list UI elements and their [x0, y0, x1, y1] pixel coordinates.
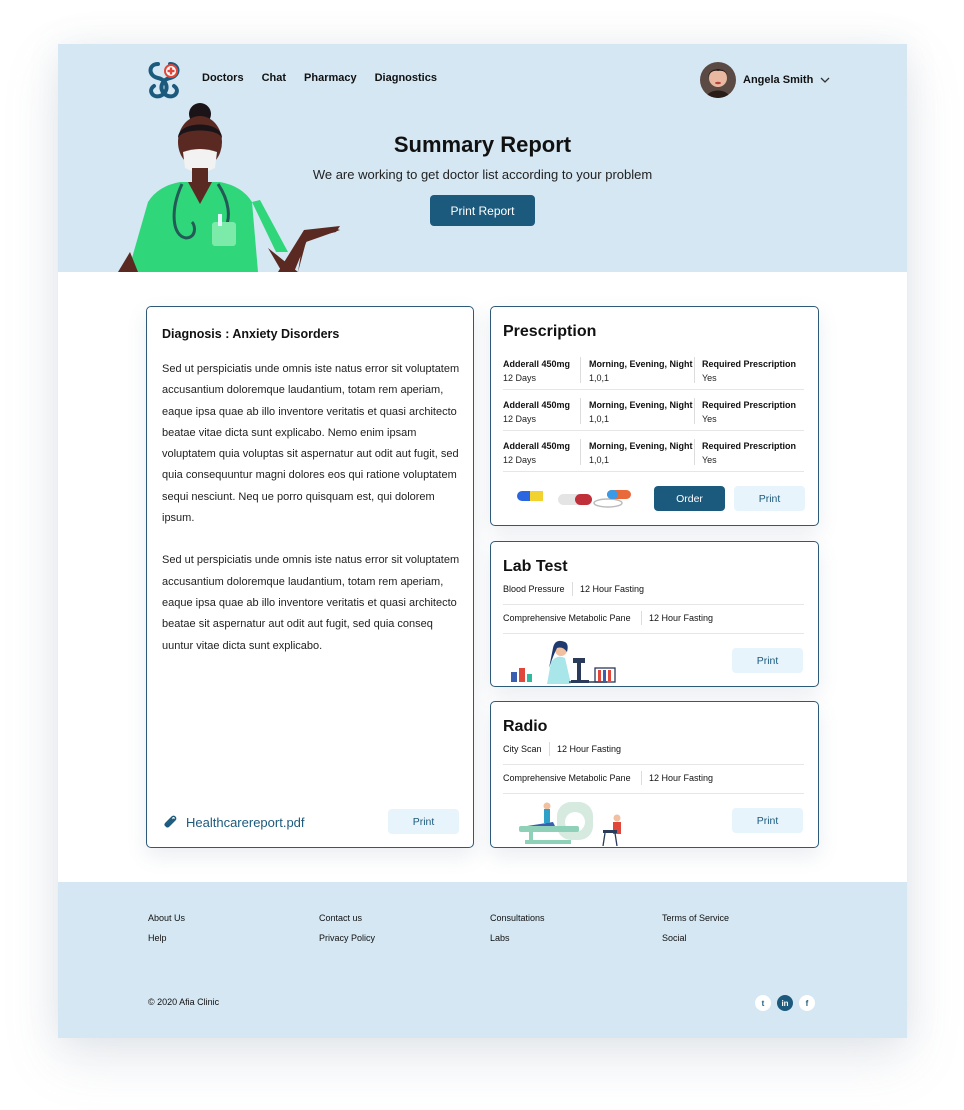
diagnosis-title: Diagnosis : Anxiety Disorders: [162, 327, 340, 341]
footer-link-help[interactable]: Help: [148, 928, 185, 948]
test-note: 12 Hour Fasting: [557, 744, 622, 754]
footer-link-terms-of-service[interactable]: Terms of Service: [662, 908, 729, 928]
drug-schedule: Morning, Evening, Night: [589, 359, 693, 369]
page-subtitle: We are working to get doctor list accord…: [312, 167, 653, 182]
footer-column: Terms of Service Social: [662, 908, 729, 948]
drug-dose: 1,0,1: [589, 455, 610, 465]
test-note: 12 Hour Fasting: [649, 773, 714, 783]
paperclip-icon: [164, 815, 177, 828]
prescription-title: Prescription: [503, 323, 597, 340]
diagnosis-paragraph: Sed ut perspiciatis unde omnis iste natu…: [162, 363, 460, 525]
drug-duration: 12 Days: [503, 414, 537, 424]
twitter-icon[interactable]: t: [755, 995, 771, 1011]
drug-name: Adderall 450mg: [503, 441, 571, 451]
copyright: © 2020 Afia Clinic: [148, 997, 220, 1007]
order-button[interactable]: Order: [654, 486, 725, 511]
drug-schedule: Morning, Evening, Night: [589, 441, 693, 451]
required-value: Yes: [702, 373, 717, 383]
test-name: Blood Pressure: [503, 584, 565, 594]
footer-link-social[interactable]: Social: [662, 928, 729, 948]
radio-card: Radio City Scan 12 Hour Fasting Comprehe…: [490, 701, 819, 848]
nav-doctors[interactable]: Doctors: [202, 72, 244, 84]
radio-print-button[interactable]: Print: [732, 808, 803, 833]
nav-chat[interactable]: Chat: [262, 72, 286, 84]
table-row: Comprehensive Metabolic Pane 12 Hour Fas…: [503, 765, 804, 794]
footer-link-labs[interactable]: Labs: [490, 928, 545, 948]
print-report-button[interactable]: Print Report: [430, 195, 535, 226]
footer-column: Contact us Privacy Policy: [319, 908, 375, 948]
table-row: Comprehensive Metabolic Pane 12 Hour Fas…: [503, 605, 804, 634]
lab-test-print-button[interactable]: Print: [732, 648, 803, 673]
user-name: Angela Smith: [743, 74, 814, 86]
nav-diagnostics[interactable]: Diagnostics: [375, 72, 437, 84]
test-name: Comprehensive Metabolic Pane: [503, 613, 631, 623]
diagnosis-card: Diagnosis : Anxiety Disorders Sed ut per…: [146, 306, 474, 848]
avatar: [700, 62, 736, 98]
prescription-card: Prescription Adderall 450mg 12 Days Morni…: [490, 306, 819, 526]
chevron-down-icon: [820, 77, 830, 83]
table-row: City Scan 12 Hour Fasting: [503, 736, 804, 765]
radio-title: Radio: [503, 718, 548, 735]
table-row: Blood Pressure 12 Hour Fasting: [503, 576, 804, 605]
lab-test-card: Lab Test Blood Pressure 12 Hour Fasting …: [490, 541, 819, 687]
required-value: Yes: [702, 414, 717, 424]
nav-pharmacy[interactable]: Pharmacy: [304, 72, 357, 84]
page-title: Summary Report: [393, 132, 572, 157]
lab-scientist-illustration: [511, 640, 616, 684]
drug-dose: 1,0,1: [589, 414, 610, 424]
drug-name: Adderall 450mg: [503, 359, 571, 369]
diagnosis-body: Sed ut perspiciatis unde omnis iste natu…: [162, 359, 462, 657]
lab-test-title: Lab Test: [503, 558, 568, 575]
required-label: Required Prescription: [702, 400, 797, 410]
table-row: Adderall 450mg 12 Days Morning, Evening, …: [503, 431, 804, 472]
linkedin-icon[interactable]: in: [777, 995, 793, 1011]
test-name: Comprehensive Metabolic Pane: [503, 773, 631, 783]
diagnosis-paragraph: Sed ut perspiciatis unde omnis iste natu…: [162, 554, 460, 652]
footer-column: About Us Help: [148, 908, 185, 948]
logo-icon[interactable]: [144, 60, 184, 100]
attachment-link[interactable]: Healthcarereport.pdf: [162, 813, 305, 831]
drug-duration: 12 Days: [503, 373, 537, 383]
pills-illustration: [517, 490, 631, 508]
test-note: 12 Hour Fasting: [580, 584, 645, 594]
drug-dose: 1,0,1: [589, 373, 610, 383]
footer-link-contact-us[interactable]: Contact us: [319, 908, 375, 928]
footer-column: Consultations Labs: [490, 908, 545, 948]
required-label: Required Prescription: [702, 359, 797, 369]
required-value: Yes: [702, 455, 717, 465]
drug-duration: 12 Days: [503, 455, 537, 465]
nurse-illustration: [118, 103, 340, 272]
user-menu[interactable]: Angela Smith: [700, 62, 830, 98]
footer-link-consultations[interactable]: Consultations: [490, 908, 545, 928]
footer: About Us Help Contact us Privacy Policy …: [58, 882, 907, 1038]
test-note: 12 Hour Fasting: [649, 613, 714, 623]
prescription-print-button[interactable]: Print: [734, 486, 805, 511]
table-row: Adderall 450mg 12 Days Morning, Evening, …: [503, 349, 804, 390]
table-row: Adderall 450mg 12 Days Morning, Evening, …: [503, 390, 804, 431]
hero-header: Doctors Chat Pharmacy Diagnostics Angela…: [58, 44, 907, 272]
footer-link-about-us[interactable]: About Us: [148, 908, 185, 928]
test-name: City Scan: [503, 744, 542, 754]
page-frame: Doctors Chat Pharmacy Diagnostics Angela…: [58, 44, 907, 1038]
attachment-name[interactable]: Healthcarereport.pdf: [186, 815, 305, 830]
required-label: Required Prescription: [702, 441, 797, 451]
drug-schedule: Morning, Evening, Night: [589, 400, 693, 410]
facebook-icon[interactable]: f: [799, 995, 815, 1011]
drug-name: Adderall 450mg: [503, 400, 571, 410]
main-nav: Doctors Chat Pharmacy Diagnostics: [202, 72, 437, 84]
diagnosis-print-button[interactable]: Print: [388, 809, 459, 834]
footer-link-privacy-policy[interactable]: Privacy Policy: [319, 928, 375, 948]
mri-scanner-illustration: [519, 802, 621, 846]
